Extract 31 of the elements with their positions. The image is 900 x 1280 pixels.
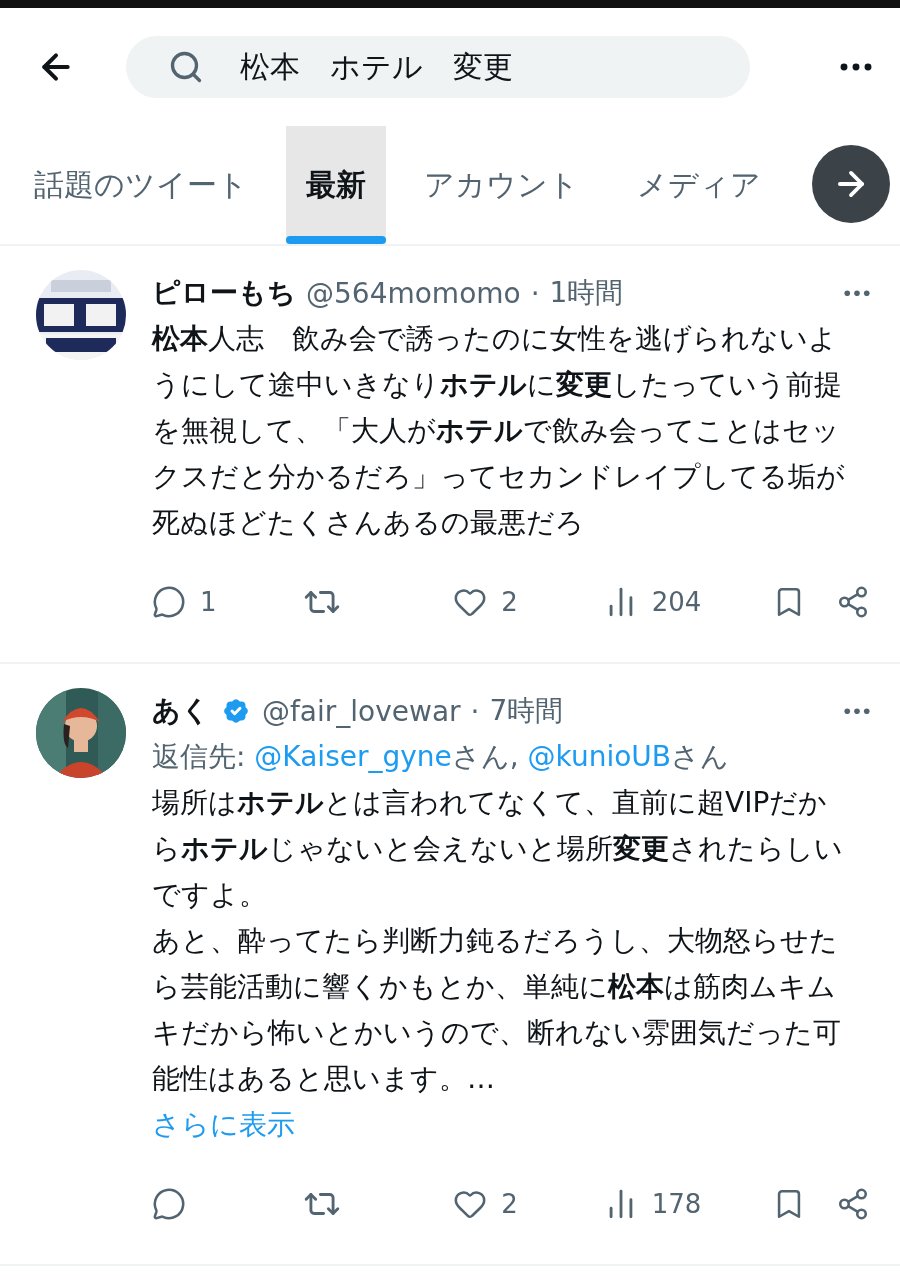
search-field[interactable]: 松本 ホテル 変更 bbox=[126, 36, 750, 98]
more-button[interactable] bbox=[844, 707, 870, 715]
reply-button[interactable]: 1 bbox=[152, 585, 232, 619]
reply-to-line: 返信先: @Kaiser_gyneさん, @kunioUBさん bbox=[152, 739, 731, 775]
author-handle: @fair_lovewar bbox=[262, 694, 461, 728]
author-name: ピローもち bbox=[152, 275, 296, 311]
tab[interactable]: 話題のツイート bbox=[14, 126, 268, 244]
like-button[interactable]: 2 bbox=[453, 585, 534, 619]
speech-bubble-icon bbox=[152, 585, 186, 619]
more-icon bbox=[844, 707, 870, 715]
separator-dot: · bbox=[470, 694, 480, 728]
search-icon bbox=[168, 49, 204, 85]
tweet-text: 松本人志 飲み会で誘ったのに女性を逃げられないようにして途中いきなりホテルに変更したっていう前提を無視して、「大人がホテルで飲み会ってことはセックスだと分かるだろ」ってセカンドレイプしてる垢が死ぬほどたくさんあるの最悪だろ bbox=[152, 321, 846, 541]
separator-dot: · bbox=[530, 276, 540, 310]
tab[interactable]: アカウント bbox=[404, 126, 599, 244]
tweet-text: 場所はホテルとは言われてなくて、直前に超VIPだからホテルじゃないと会えないと場所変更されたらしいですよ。 bbox=[152, 785, 844, 913]
tab[interactable]: メディア bbox=[617, 126, 781, 244]
views-button[interactable]: 178 bbox=[603, 1187, 702, 1221]
like-button[interactable]: 2 bbox=[453, 1187, 534, 1221]
post-time: 7時間 bbox=[489, 693, 564, 729]
more-icon bbox=[840, 63, 872, 71]
author-name: あく bbox=[152, 693, 210, 729]
views-button[interactable]: 204 bbox=[603, 585, 702, 619]
tab[interactable]: 最新 bbox=[286, 126, 386, 244]
post-time: 1時間 bbox=[549, 275, 624, 311]
tweet-text: あと、酔ってたら判断力鈍るだろうし、大物怒らせたら芸能活動に響くかもとか、単純に松本は筋肉ムキムキだから怖いとかいうので、断れない雰囲気だった可能性はあると思います。… bbox=[152, 923, 842, 1097]
author-handle: @564momomo bbox=[306, 276, 521, 310]
more-button[interactable] bbox=[844, 289, 870, 297]
more-icon bbox=[844, 289, 870, 297]
speech-bubble-icon bbox=[152, 1187, 186, 1221]
more-button[interactable] bbox=[840, 63, 872, 71]
